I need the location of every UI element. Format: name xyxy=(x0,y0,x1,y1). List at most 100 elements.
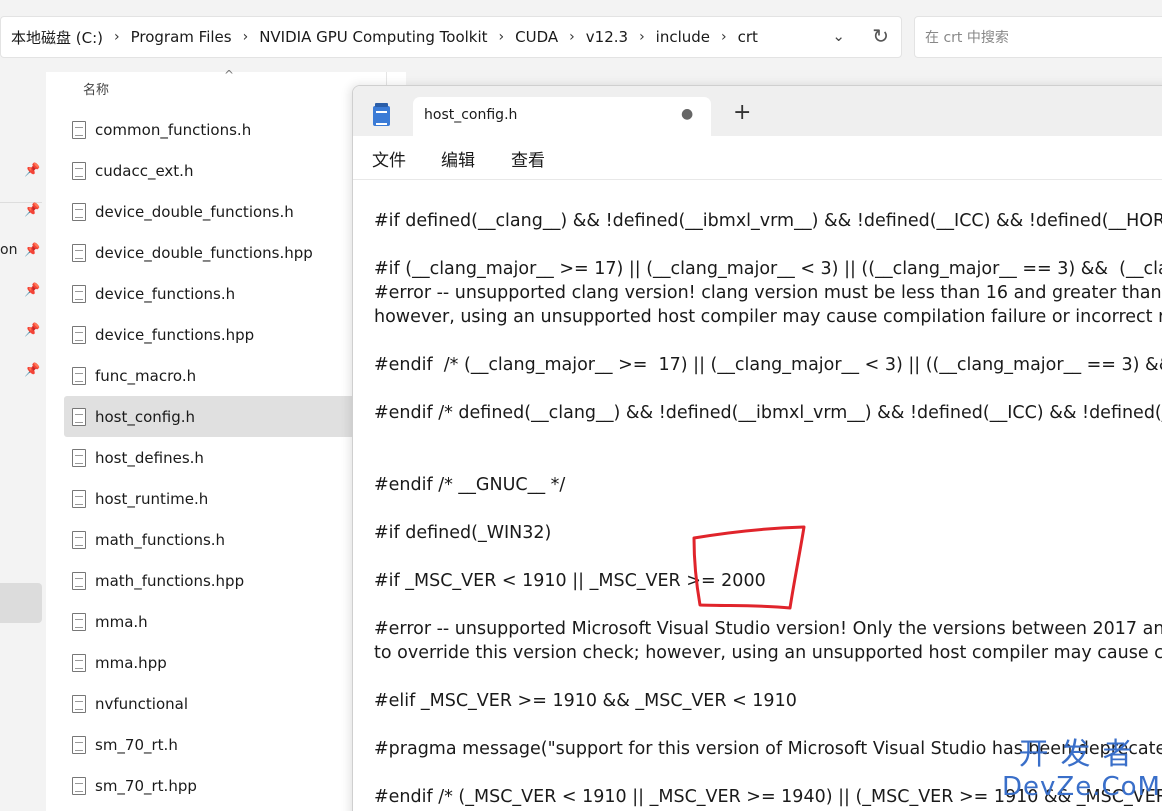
nav-item-selected[interactable] xyxy=(0,583,42,623)
breadcrumb[interactable]: 本地磁盘 (C:) › Program Files › NVIDIA GPU C… xyxy=(0,16,902,58)
file-icon xyxy=(72,530,86,549)
nav-item-label[interactable]: on xyxy=(0,242,17,258)
crumb-nvidia[interactable]: NVIDIA GPU Computing Toolkit xyxy=(259,28,487,46)
pin-icon[interactable]: 📌 xyxy=(24,283,40,298)
file-icon xyxy=(72,571,86,590)
file-name: mma.hpp xyxy=(95,653,167,672)
code-line: #if defined(__clang__) && !defined(__ibm… xyxy=(374,211,1162,231)
file-icon xyxy=(72,161,86,180)
code-line: to override this version check; however,… xyxy=(374,643,1162,663)
text-editor[interactable]: #if defined(__clang__) && !defined(__ibm… xyxy=(374,209,1162,809)
crumb-version[interactable]: v12.3 xyxy=(586,28,628,46)
chevron-right-icon: › xyxy=(114,29,120,45)
file-icon xyxy=(72,243,86,262)
new-tab-button[interactable]: + xyxy=(733,100,751,125)
search-placeholder: 在 crt 中搜索 xyxy=(925,30,1009,46)
red-annotation-box xyxy=(692,525,806,610)
file-icon xyxy=(72,612,86,631)
navigation-pane: 📌 📌 on 📌 📌 📌 📌 xyxy=(0,72,46,811)
unsaved-dot-icon[interactable]: ● xyxy=(681,106,693,122)
file-icon xyxy=(72,202,86,221)
file-icon xyxy=(72,284,86,303)
watermark-cn: 开发者 xyxy=(1018,737,1145,772)
notepad-app-icon xyxy=(373,103,390,126)
watermark-en: DevZe.CoM xyxy=(1002,772,1161,802)
file-name: host_config.h xyxy=(95,407,196,426)
file-icon xyxy=(72,489,86,508)
pin-icon[interactable]: 📌 xyxy=(24,243,40,258)
code-line: #endif /* __GNUC__ */ xyxy=(374,475,566,495)
file-name: sm_70_rt.h xyxy=(95,735,178,754)
pin-icon[interactable]: 📌 xyxy=(24,363,40,378)
code-line: #endif /* defined(__clang__) && !defined… xyxy=(374,403,1162,423)
file-name: math_functions.hpp xyxy=(95,571,245,590)
menu-edit[interactable]: 编辑 xyxy=(441,146,475,171)
file-name: cudacc_ext.h xyxy=(95,161,194,180)
address-row: 本地磁盘 (C:) › Program Files › NVIDIA GPU C… xyxy=(0,0,1162,72)
notepad-window: host_config.h ● + 文件 编辑 查看 #if defined(_… xyxy=(352,85,1162,811)
file-name: host_defines.h xyxy=(95,448,204,467)
chevron-right-icon: › xyxy=(639,29,645,45)
crumb-crt[interactable]: crt xyxy=(738,28,758,46)
file-icon xyxy=(72,776,86,795)
code-line: however, using an unsupported host compi… xyxy=(374,307,1162,327)
menu-divider xyxy=(353,179,1162,180)
file-name: device_functions.h xyxy=(95,284,236,303)
watermark: 开发者 DevZe.CoM xyxy=(1002,737,1161,803)
file-name: func_macro.h xyxy=(95,366,197,385)
chevron-right-icon: › xyxy=(569,29,575,45)
pin-icon[interactable]: 📌 xyxy=(24,323,40,338)
file-icon xyxy=(72,366,86,385)
file-icon xyxy=(72,407,86,426)
pin-icon[interactable]: 📌 xyxy=(24,203,40,218)
refresh-icon[interactable]: ↻ xyxy=(872,24,889,48)
file-name: nvfunctional xyxy=(95,694,189,713)
code-line: #if (__clang_major__ >= 17) || (__clang_… xyxy=(374,259,1162,279)
file-name: device_double_functions.hpp xyxy=(95,243,313,262)
file-icon xyxy=(72,694,86,713)
menu-view[interactable]: 查看 xyxy=(511,146,545,171)
code-line: #endif /* (__clang_major__ >= 17) || (__… xyxy=(374,355,1162,375)
file-icon xyxy=(72,325,86,344)
code-line: #error -- unsupported Microsoft Visual S… xyxy=(374,619,1162,639)
file-icon xyxy=(72,735,86,754)
crumb-include[interactable]: include xyxy=(656,28,710,46)
pin-icon[interactable]: 📌 xyxy=(24,163,40,178)
chevron-right-icon: › xyxy=(721,29,727,45)
chevron-down-icon[interactable]: ⌄ xyxy=(832,27,845,45)
file-name: device_functions.hpp xyxy=(95,325,255,344)
notepad-titlebar[interactable]: host_config.h ● + xyxy=(353,86,1162,136)
code-line: #error -- unsupported clang version! cla… xyxy=(374,283,1162,303)
file-name: sm_70_rt.hpp xyxy=(95,776,197,795)
menu-file[interactable]: 文件 xyxy=(372,146,406,171)
file-icon xyxy=(72,120,86,139)
sort-ascending-icon: ^ xyxy=(224,68,235,82)
column-name-header[interactable]: 名称 xyxy=(83,79,109,98)
tab-host-config[interactable]: host_config.h ● xyxy=(413,97,711,136)
chevron-right-icon: › xyxy=(498,29,505,45)
file-name: device_double_functions.h xyxy=(95,202,294,221)
file-name: host_runtime.h xyxy=(95,489,209,508)
red-annotation-stroke xyxy=(692,525,806,610)
file-icon xyxy=(72,653,86,672)
file-name: common_functions.h xyxy=(95,120,252,139)
code-line: #elif _MSC_VER >= 1910 && _MSC_VER < 191… xyxy=(374,691,797,711)
file-name: math_functions.h xyxy=(95,530,226,549)
crumb-cuda[interactable]: CUDA xyxy=(515,28,558,46)
chevron-right-icon: › xyxy=(242,29,249,45)
file-icon xyxy=(72,448,86,467)
search-input[interactable]: 在 crt 中搜索 xyxy=(914,16,1162,58)
menu-bar: 文件 编辑 查看 xyxy=(353,136,1162,180)
tab-title: host_config.h xyxy=(424,107,518,123)
file-name: mma.h xyxy=(95,612,148,631)
crumb-drive[interactable]: 本地磁盘 (C:) xyxy=(11,27,103,48)
crumb-program-files[interactable]: Program Files xyxy=(131,28,232,46)
